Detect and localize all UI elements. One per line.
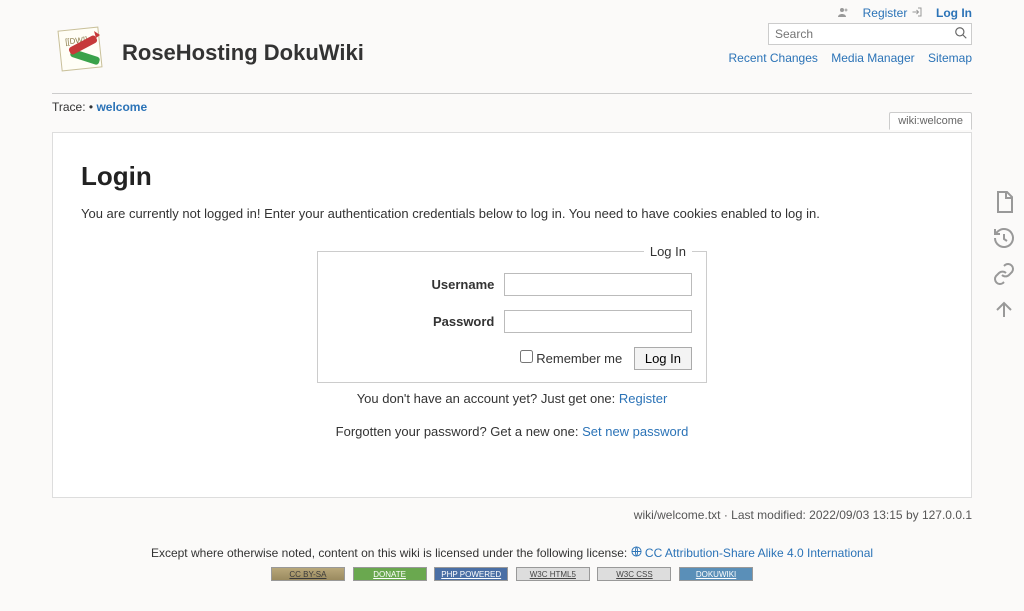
site-logo: [[DW]] <box>52 23 112 83</box>
forgot-link[interactable]: Set new password <box>582 424 688 439</box>
page-tools <box>992 190 1016 322</box>
license-text: Except where otherwise noted, content on… <box>151 546 631 560</box>
register-icon <box>837 6 849 21</box>
badge-php[interactable]: PHP POWERED <box>434 567 508 581</box>
site-title: RoseHosting DokuWiki <box>122 40 364 66</box>
no-account-text: You don't have an account yet? Just get … <box>357 391 619 406</box>
top-icon[interactable] <box>992 298 1016 322</box>
search-form <box>719 23 973 45</box>
password-input[interactable] <box>504 310 692 333</box>
user-tools: Register Log In <box>52 0 972 23</box>
username-input[interactable] <box>504 273 692 296</box>
backlinks-icon[interactable] <box>992 262 1016 286</box>
remember-label: Remember me <box>536 351 622 366</box>
trace-label: Trace: <box>52 100 86 114</box>
trace-welcome-link[interactable]: welcome <box>96 100 147 114</box>
search-input[interactable] <box>768 23 972 45</box>
breadcrumb: Trace: • welcome <box>52 94 972 132</box>
badge-html5[interactable]: W3C HTML5 <box>516 567 590 581</box>
page-id-tab: wiki:welcome <box>889 112 972 130</box>
show-page-icon[interactable] <box>992 190 1016 214</box>
media-manager-link[interactable]: Media Manager <box>831 51 914 65</box>
username-label: Username <box>432 277 495 292</box>
register-link[interactable]: Register <box>863 6 908 20</box>
brand: [[DW]] RoseHosting DokuWiki <box>52 23 364 83</box>
search-icon <box>954 26 968 40</box>
sitemap-link[interactable]: Sitemap <box>928 51 972 65</box>
forgot-text: Forgotten your password? Get a new one: <box>336 424 582 439</box>
login-submit-button[interactable]: Log In <box>634 347 692 370</box>
recent-changes-link[interactable]: Recent Changes <box>729 51 818 65</box>
page-title: Login <box>81 161 943 192</box>
badge-dw[interactable]: DOKUWIKI <box>679 567 753 581</box>
login-fieldset: Log In Username Password Remember me Log… <box>317 244 707 383</box>
search-button[interactable] <box>952 25 970 43</box>
license-link[interactable]: CC Attribution-Share Alike 4.0 Internati… <box>645 546 873 560</box>
login-link[interactable]: Log In <box>936 6 972 20</box>
password-label: Password <box>433 314 494 329</box>
footer-badges: CC BY-SA DONATE PHP POWERED W3C HTML5 W3… <box>52 566 972 582</box>
globe-icon <box>631 546 645 560</box>
badge-donate[interactable]: DONATE <box>353 567 427 581</box>
register-below-link[interactable]: Register <box>619 391 667 406</box>
trace-separator: • <box>89 100 93 114</box>
license: Except where otherwise noted, content on… <box>52 546 972 560</box>
site-tools: Recent Changes Media Manager Sitemap <box>719 51 973 65</box>
login-legend: Log In <box>644 244 692 259</box>
login-intro: You are currently not logged in! Enter y… <box>81 204 943 224</box>
badge-cc[interactable]: CC BY-SA <box>271 567 345 581</box>
badge-css[interactable]: W3C CSS <box>597 567 671 581</box>
login-icon <box>911 6 923 21</box>
content-card: Login You are currently not logged in! E… <box>52 132 972 498</box>
remember-checkbox[interactable] <box>520 350 533 363</box>
doc-info: wiki/welcome.txt · Last modified: 2022/0… <box>52 498 972 536</box>
revisions-icon[interactable] <box>992 226 1016 250</box>
